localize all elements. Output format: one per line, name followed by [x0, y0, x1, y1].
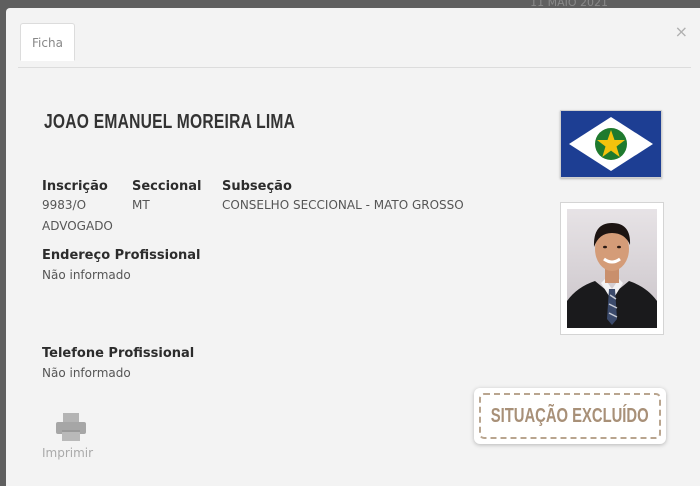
inscricao-value: 9983/O: [42, 198, 87, 212]
seccional-label: Seccional: [132, 179, 202, 194]
endereco-label: Endereço Profissional: [42, 248, 201, 263]
print-label: Imprimir: [42, 446, 94, 460]
status-stamp-border: SITUAÇÃO EXCLUÍDO: [479, 393, 661, 439]
endereco-value: Não informado: [42, 268, 131, 282]
lawyer-name: JOAO EMANUEL MOREIRA LIMA: [44, 111, 296, 133]
subsecao-value: CONSELHO SECCIONAL - MATO GROSSO: [222, 198, 464, 212]
inscricao-label: Inscrição: [42, 179, 108, 194]
telefone-value: Não informado: [42, 366, 131, 380]
printer-icon: [56, 413, 86, 441]
seccional-value: MT: [132, 198, 150, 212]
tab-bar: Ficha: [18, 23, 691, 68]
subsecao-label: Subseção: [222, 179, 292, 194]
print-button[interactable]: Imprimir: [42, 412, 102, 460]
tab-ficha[interactable]: Ficha: [20, 23, 75, 61]
profile-modal: × Ficha JOAO EMANUEL MOREIRA LIMA Inscri…: [6, 8, 700, 486]
status-badge: SITUAÇÃO EXCLUÍDO: [474, 388, 666, 444]
mato-grosso-flag: [560, 110, 662, 178]
status-text: SITUAÇÃO EXCLUÍDO: [491, 404, 649, 427]
tipo-inscricao-value: ADVOGADO: [42, 219, 113, 233]
telefone-label: Telefone Profissional: [42, 346, 195, 361]
lawyer-photo: [560, 202, 664, 335]
